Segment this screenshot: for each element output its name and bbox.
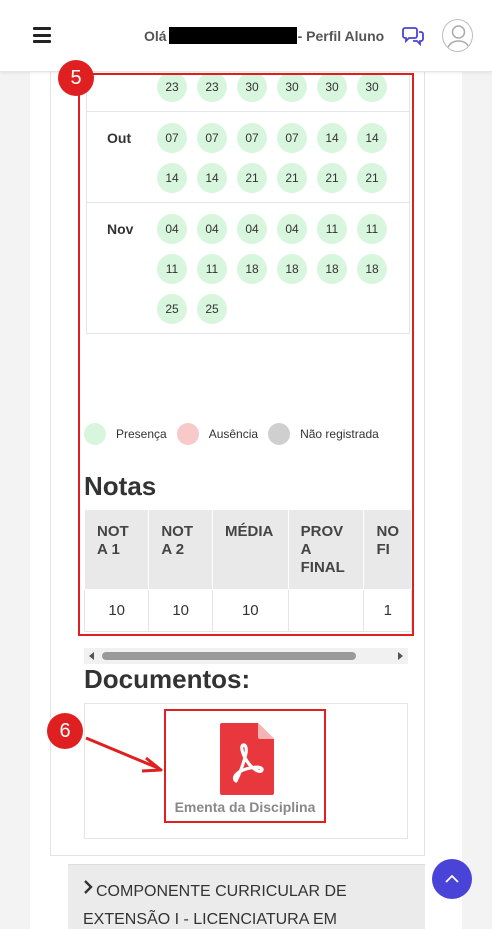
attendance-day: 14 (197, 163, 227, 193)
attendance-day: 18 (357, 254, 387, 284)
attendance-day: 30 (357, 75, 387, 102)
scroll-right-icon[interactable] (398, 652, 403, 660)
grade-cell: 10 (148, 589, 213, 632)
chevron-up-icon (445, 874, 459, 883)
attendance-day: 07 (237, 123, 267, 153)
attendance-day: 04 (237, 214, 267, 244)
legend-dot (84, 423, 106, 445)
scroll-left-icon[interactable] (89, 652, 94, 660)
grade-header: PROV A FINAL (287, 509, 365, 590)
legend-presenca: Presença (84, 423, 167, 445)
month-row-nov: Nov 04 04 04 04 11 11 11 11 18 18 18 18 25 25 (87, 202, 409, 333)
comments-icon[interactable] (402, 26, 424, 46)
attendance-day: 14 (157, 163, 187, 193)
attendance-day: 21 (237, 163, 267, 193)
attendance-day: 18 (237, 254, 267, 284)
month-row-out: Out 07 07 07 07 14 14 14 14 21 21 21 21 (87, 111, 409, 202)
user-greeting: Olá - Perfil Aluno (144, 27, 385, 44)
documents-title: Documentos: (84, 664, 251, 694)
accordion-label[interactable]: COMPONENTE CURRICULAR DE EXTENSÃO I - LI… (83, 878, 413, 929)
scrollbar-thumb[interactable] (102, 652, 356, 660)
month-label: Out (107, 130, 132, 146)
grade-cell: 10 (83, 589, 150, 632)
grade-header: MÉDIA (212, 509, 289, 590)
annotation-badge-5: 5 (58, 60, 94, 96)
annotation-badge-6: 6 (47, 713, 83, 749)
legend-dot (176, 423, 199, 445)
attendance-day: 18 (317, 254, 347, 284)
grades-title: Notas (84, 471, 157, 501)
attendance-day: 30 (237, 75, 267, 102)
attendance-day: 30 (277, 75, 307, 102)
hamburger-icon[interactable] (33, 27, 51, 43)
legend-nao-registrada: Não registrada (268, 423, 379, 445)
file-pdf-icon[interactable] (220, 723, 276, 795)
attendance-day: 14 (357, 123, 387, 153)
annotation-arrow-icon (85, 736, 163, 773)
attendance-day: 14 (317, 123, 347, 153)
document-link-label[interactable]: Ementa da Disciplina (166, 799, 324, 815)
legend-dot (268, 423, 291, 445)
grade-header: NO FI (363, 509, 412, 590)
highlight-box-6[interactable]: Ementa da Disciplina (164, 709, 326, 823)
attendance-day: 07 (277, 123, 307, 153)
attendance-day: 11 (157, 254, 187, 284)
attendance-day: 04 (197, 214, 227, 244)
month-row-set: 23 23 30 30 30 30 (87, 75, 409, 111)
accordion-extension-component[interactable]: COMPONENTE CURRICULAR DE EXTENSÃO I - LI… (68, 864, 425, 929)
attendance-day: 23 (197, 75, 227, 102)
attendance-day: 25 (197, 294, 227, 324)
attendance-day: 21 (357, 163, 387, 193)
grade-cell: 1 (363, 589, 412, 632)
attendance-day: 11 (357, 214, 387, 244)
attendance-day: 11 (197, 254, 227, 284)
grade-cell: 10 (212, 589, 289, 632)
grades-table: NOT A 1 NOT A 2 MÉDIA PROV A FINAL NO FI… (83, 509, 412, 632)
attendance-day: 23 (157, 75, 187, 102)
attendance-day: 21 (277, 163, 307, 193)
attendance-day: 11 (317, 214, 347, 244)
user-avatar-icon[interactable] (442, 19, 473, 52)
attendance-day: 21 (317, 163, 347, 193)
attendance-day: 04 (157, 214, 187, 244)
grade-header: NOT A 2 (148, 509, 213, 590)
attendance-day: 30 (317, 75, 347, 102)
scroll-to-top-button[interactable] (432, 859, 472, 899)
legend-ausencia: Ausência (176, 423, 258, 445)
attendance-table: 23 23 30 30 30 30 Out 07 07 07 07 14 14 14 14 21 21 21 2… (86, 75, 410, 334)
attendance-day: 18 (277, 254, 307, 284)
attendance-legend: Presença Ausência Não registrada (84, 419, 389, 449)
month-label: Nov (107, 221, 134, 237)
horizontal-scrollbar[interactable] (84, 648, 408, 664)
grade-cell (287, 589, 365, 632)
grade-header: NOT A 1 (83, 509, 150, 590)
highlight-box-5: 23 23 30 30 30 30 Out 07 07 07 07 14 14 14 14 21 21 21 2… (78, 73, 414, 636)
attendance-day: 04 (277, 214, 307, 244)
attendance-day: 25 (157, 294, 187, 324)
redacted-username (168, 27, 297, 44)
attendance-day: 07 (197, 123, 227, 153)
attendance-day: 07 (157, 123, 187, 153)
